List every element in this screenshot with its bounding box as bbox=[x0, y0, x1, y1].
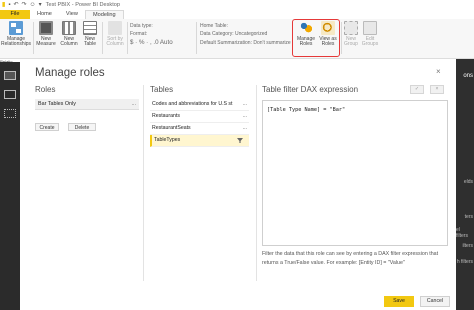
number-format-controls[interactable]: $ · % · , .0 Auto bbox=[130, 39, 173, 46]
roles-header: Roles bbox=[35, 85, 56, 94]
new-group-icon bbox=[344, 21, 358, 35]
delete-role-button[interactable]: Delete bbox=[68, 123, 96, 131]
tab-file[interactable]: File bbox=[0, 10, 30, 19]
manage-relationships-button[interactable]: Manage Relationships bbox=[1, 21, 32, 48]
ribbon-divider bbox=[33, 22, 34, 54]
left-fragment: Relatio bbox=[0, 59, 20, 62]
manage-roles-dialog: Manage roles × Roles Bar Tables Only ...… bbox=[20, 59, 456, 310]
left-view-bar: Relatio bbox=[0, 59, 20, 310]
table-name: Restaurants bbox=[152, 113, 180, 119]
data-view-icon[interactable] bbox=[4, 90, 16, 99]
tab-modeling[interactable]: Modeling bbox=[84, 10, 124, 19]
right-fragment: ons bbox=[463, 73, 473, 79]
tab-view[interactable]: View bbox=[59, 10, 85, 19]
create-role-button[interactable]: Create bbox=[35, 123, 59, 131]
dax-expression-header: Table filter DAX expression bbox=[262, 85, 359, 94]
new-measure-label: New Measure bbox=[36, 36, 56, 48]
new-table-button[interactable]: New Table bbox=[81, 21, 99, 48]
new-table-label: New Table bbox=[84, 36, 96, 48]
right-fragment: el filters bbox=[456, 227, 468, 239]
right-fragment: elds bbox=[463, 179, 473, 185]
table-item[interactable]: RestaurantSeats ... bbox=[150, 123, 249, 135]
table-name: Codes and abbreviations for U.S st bbox=[152, 101, 233, 107]
home-table-field[interactable]: Home Table: bbox=[200, 23, 228, 29]
dropdown-icon[interactable]: ▾ bbox=[39, 1, 42, 9]
column-divider bbox=[143, 85, 144, 281]
dax-accept-check-icon[interactable]: ✓ bbox=[410, 85, 424, 94]
relationships-icon bbox=[9, 21, 23, 35]
new-measure-button[interactable]: New Measure bbox=[36, 21, 56, 48]
right-fragment: ilters bbox=[462, 243, 473, 249]
tab-home[interactable]: Home bbox=[30, 10, 59, 19]
annotation-highlight-box bbox=[292, 19, 340, 57]
new-column-label: New Column bbox=[60, 36, 78, 48]
ribbon-tabs: File Home View Modeling bbox=[0, 10, 474, 19]
edit-groups-label: Edit Groups bbox=[361, 36, 379, 48]
tables-header: Tables bbox=[150, 85, 174, 94]
table-icon bbox=[83, 21, 97, 35]
default-summarization-field[interactable]: Default Summarization: Don't summarize bbox=[200, 40, 291, 46]
table-item[interactable]: Restaurants ... bbox=[150, 111, 249, 123]
window-title: Test PBIX - Power BI Desktop bbox=[45, 2, 120, 8]
sort-by-column-button[interactable]: Sort by Column bbox=[104, 21, 126, 48]
power-bi-window: ▮ ▪ ↶ ↷ ☺ ▾ Test PBIX - Power BI Desktop… bbox=[0, 0, 474, 310]
calculator-icon bbox=[39, 21, 53, 35]
dax-cancel-x-icon[interactable]: × bbox=[430, 85, 444, 94]
table-name: RestaurantSeats bbox=[152, 125, 191, 131]
ribbon-divider bbox=[127, 22, 128, 54]
ribbon-divider bbox=[341, 22, 342, 54]
table-item-selected[interactable]: TableTypes bbox=[150, 135, 249, 147]
data-category-field[interactable]: Data Category: Uncategorized bbox=[200, 31, 267, 37]
roles-list: Bar Tables Only ... bbox=[35, 99, 139, 110]
more-options-icon[interactable]: ... bbox=[243, 99, 247, 110]
smiley-icon[interactable]: ☺ bbox=[30, 1, 36, 9]
right-fragment: ters bbox=[464, 214, 473, 220]
more-options-icon[interactable]: ... bbox=[132, 99, 137, 109]
cancel-button[interactable]: Cancel bbox=[420, 296, 450, 307]
app-logo-icon: ▮ bbox=[2, 2, 6, 8]
column-icon bbox=[62, 21, 76, 35]
data-type-field[interactable]: Data type: bbox=[130, 23, 153, 29]
edit-groups-icon bbox=[363, 21, 377, 35]
table-name: TableTypes bbox=[154, 137, 181, 143]
sort-by-column-label: Sort by Column bbox=[106, 36, 124, 48]
column-divider bbox=[256, 85, 257, 281]
redo-icon[interactable]: ↷ bbox=[21, 1, 26, 9]
more-options-icon[interactable]: ... bbox=[243, 123, 247, 134]
ribbon-divider bbox=[196, 22, 197, 54]
right-fragment: h filters bbox=[456, 259, 473, 265]
quick-access-toolbar: ▮ ▪ ↶ ↷ ☺ ▾ bbox=[0, 1, 42, 9]
ribbon: Manage Relationships New Measure New Col… bbox=[0, 19, 474, 59]
relationship-view-icon[interactable] bbox=[4, 109, 16, 118]
dax-expression-text: [Table Type Name] = "Bar" bbox=[267, 107, 346, 113]
role-item[interactable]: Bar Tables Only ... bbox=[35, 99, 139, 110]
close-icon[interactable]: × bbox=[436, 67, 441, 76]
edit-groups-button[interactable]: Edit Groups bbox=[361, 21, 379, 48]
filter-icon bbox=[237, 138, 243, 143]
save-icon[interactable]: ▪ bbox=[8, 1, 10, 9]
new-group-label: New Group bbox=[344, 36, 358, 48]
right-panes: ons elds ters el filters ilters h filter… bbox=[456, 59, 474, 310]
table-item[interactable]: Codes and abbreviations for U.S st ... bbox=[150, 99, 249, 111]
new-column-button[interactable]: New Column bbox=[59, 21, 79, 48]
more-options-icon[interactable]: ... bbox=[243, 111, 247, 122]
tables-list: Codes and abbreviations for U.S st ... R… bbox=[150, 99, 249, 147]
new-group-button[interactable]: New Group bbox=[343, 21, 359, 48]
ribbon-divider bbox=[102, 22, 103, 54]
role-name: Bar Tables Only bbox=[38, 101, 76, 107]
format-field[interactable]: Format: bbox=[130, 31, 147, 37]
save-button[interactable]: Save bbox=[384, 296, 414, 307]
dax-help-text: Filter the data that this role can see b… bbox=[262, 251, 439, 266]
sort-icon bbox=[108, 21, 122, 35]
title-bar: ▮ ▪ ↶ ↷ ☺ ▾ Test PBIX - Power BI Desktop bbox=[0, 0, 474, 10]
manage-relationships-label: Manage Relationships bbox=[1, 36, 32, 48]
report-view-icon[interactable] bbox=[4, 71, 16, 80]
undo-icon[interactable]: ↶ bbox=[13, 1, 18, 9]
dialog-title: Manage roles bbox=[35, 67, 105, 79]
dax-expression-editor[interactable]: [Table Type Name] = "Bar" bbox=[262, 100, 448, 246]
